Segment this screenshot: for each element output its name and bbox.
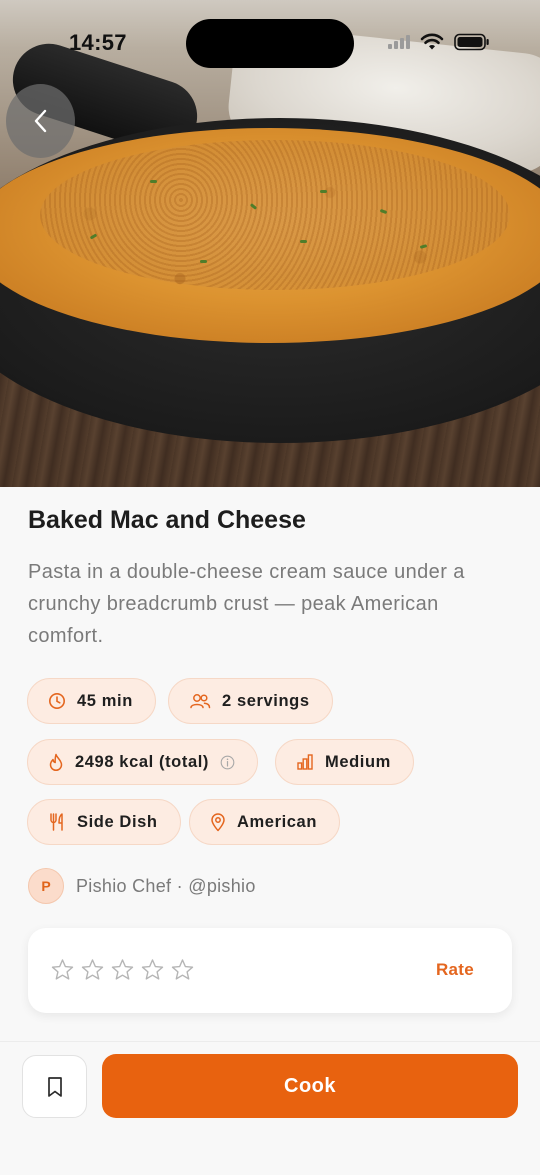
flame-icon — [49, 753, 63, 771]
bottom-bar-divider — [0, 1041, 540, 1042]
recipe-detail-screen: 14:57 Baked Mac and Cheese Pasta in a do… — [0, 0, 540, 1175]
info-icon[interactable] — [220, 755, 235, 770]
chip-servings-label: 2 servings — [222, 691, 310, 710]
rating-card: Rate — [28, 928, 512, 1013]
back-button[interactable] — [6, 84, 75, 158]
battery-icon — [454, 33, 489, 51]
author-name: Pishio Chef · @pishio — [76, 875, 256, 896]
rate-button[interactable]: Rate — [436, 960, 474, 980]
recipe-title: Baked Mac and Cheese — [28, 506, 306, 534]
star-icon[interactable] — [110, 958, 135, 982]
cook-button[interactable]: Cook — [102, 1054, 518, 1118]
recipe-hero-image — [0, 0, 540, 487]
bookmark-icon — [47, 1076, 62, 1097]
recipe-description: Pasta in a double-cheese cream sauce und… — [28, 561, 465, 647]
bar-chart-icon — [297, 754, 313, 770]
cellular-signal-icon — [388, 35, 410, 49]
chip-difficulty-label: Medium — [325, 752, 391, 771]
fork-knife-icon — [50, 813, 63, 831]
bookmark-button[interactable] — [22, 1055, 87, 1118]
people-icon — [190, 694, 211, 709]
chip-calories-label: 2498 kcal (total) — [75, 752, 210, 771]
chevron-left-icon — [34, 109, 46, 133]
chip-cuisine-label: American — [237, 812, 318, 831]
dynamic-island — [186, 19, 354, 68]
chip-cook-time: 45 min — [27, 678, 156, 724]
chip-difficulty: Medium — [275, 739, 414, 785]
star-icon[interactable] — [140, 958, 165, 982]
status-time: 14:57 — [69, 30, 127, 55]
wifi-icon — [420, 33, 444, 50]
status-icons — [388, 33, 490, 51]
chip-calories: 2498 kcal (total) — [27, 739, 259, 785]
chip-cuisine: American — [189, 799, 341, 845]
chip-category: Side Dish — [27, 799, 181, 845]
star-icon[interactable] — [50, 958, 75, 982]
star-icon[interactable] — [170, 958, 195, 982]
location-pin-icon — [211, 813, 225, 832]
author-row[interactable]: P Pishio Chef · @pishio — [28, 868, 256, 904]
star-rating[interactable] — [50, 958, 195, 982]
chip-category-label: Side Dish — [77, 812, 158, 831]
star-icon[interactable] — [80, 958, 105, 982]
clock-icon — [49, 693, 65, 709]
chip-servings: 2 servings — [168, 678, 333, 724]
author-avatar: P — [28, 868, 64, 904]
chip-cook-time-label: 45 min — [77, 691, 133, 710]
